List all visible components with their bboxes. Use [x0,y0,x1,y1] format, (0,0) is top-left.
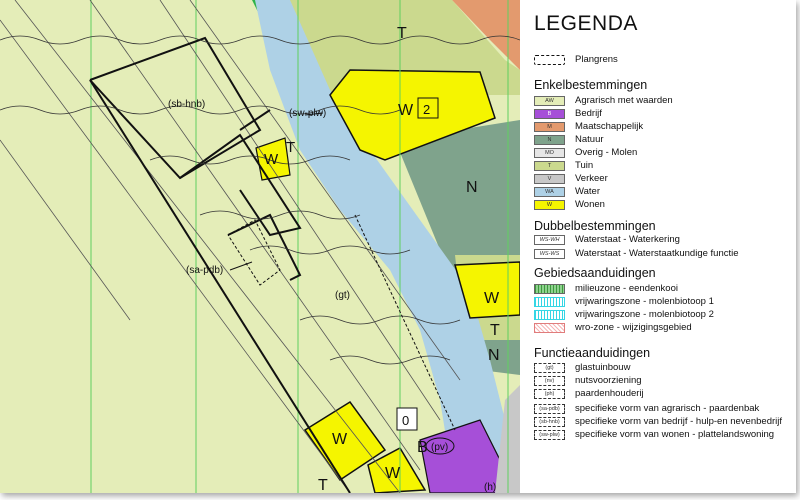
code-swatch: (sa-pdb) [534,403,565,414]
color-swatch: B [534,108,565,119]
color-swatch: AW [534,95,565,106]
label-w-bottom1: W [332,431,348,448]
legend-label: Bedrijf [575,108,602,119]
code-swatch: (sw-plw) [534,429,565,440]
label-0: 0 [402,413,409,428]
color-swatch: M [534,121,565,132]
legend-label: vrijwaringszone - molenbiotoop 1 [575,296,714,307]
color-swatch: N [534,134,565,145]
legend-label: Water [575,186,600,197]
color-swatch: WA [534,186,565,197]
code-swatch: (sb-hnb) [534,416,565,427]
legend-row: milieuzone - eendenkooi [534,283,678,294]
pattern-swatch [534,309,565,320]
legend-row: (sb-hnb) specifieke vorm van bedrijf - hu… [534,416,782,427]
legend-row: B Bedrijf [534,108,602,119]
label-n-right: N [488,347,500,364]
legend-row: (sw-plw) specifieke vorm van wonen - plat… [534,429,774,440]
legend-row: vrijwaringszone - molenbiotoop 1 [534,296,714,307]
label-w-small: W [264,151,279,168]
legend-label: specifieke vorm van wonen - plattelandsw… [575,429,775,440]
legend-row: WA Water [534,186,600,197]
legend-label: Plangrens [575,54,618,65]
label-n-big: N [466,179,478,196]
label-sb-hnb: (sb-hnb) [168,99,205,110]
code-swatch: (nv) [534,375,565,386]
pattern-swatch: WS-WS [534,248,565,259]
legend-label: Tuin [575,160,594,171]
label-gt: (gt) [335,290,350,301]
plangrens-swatch [534,54,565,65]
section-title: Dubbelbestemmingen [534,219,656,233]
legend-row-plangrens: Plangrens [534,54,618,65]
zoning-map[interactable]: W 2 W T T N W T N (sb-hnb) (sw-plw) (sa-… [0,0,520,493]
legend-row: vrijwaringszone - molenbiotoop 2 [534,309,714,320]
section-title: Functieaanduidingen [534,346,651,360]
label-b-pv: B [417,439,428,456]
legend-row: WS-WH Waterstaat - Waterkering [534,234,680,245]
legend-row: W Wonen [534,199,605,210]
legend-row: (ph) paardenhouderij [534,388,644,399]
pattern-swatch [534,322,565,333]
legend-row: (nv) nutsvoorziening [534,375,642,386]
legend-label: wro-zone - wijzigingsgebied [575,322,692,333]
legend-label: Waterstaat - Waterstaatkundige functie [575,248,739,259]
color-swatch: T [534,160,565,171]
legend-row: wro-zone - wijzigingsgebied [534,322,692,333]
legend-row: N Natuur [534,134,604,145]
pattern-swatch [534,283,565,294]
legend-panel: LEGENDA Plangrens Enkelbestemmingen AW Ag… [522,0,796,493]
legend-row: (gt) glastuinbouw [534,362,630,373]
color-swatch: MO [534,147,565,158]
legend-label: paardenhouderij [575,388,644,399]
label-w-parcel-1: W [398,102,414,119]
label-pv: (pv) [431,442,448,453]
legend-row: T Tuin [534,160,593,171]
legend-label: Wonen [575,199,605,210]
pattern-swatch: WS-WH [534,234,565,245]
label-t-small: T [286,139,295,156]
label-sa-pdb: (sa-pdb) [186,265,223,276]
legend-label: Maatschappelijk [575,121,644,132]
label-w-right: W [484,290,500,307]
label-t-bottom: T [318,477,328,493]
label-2: 2 [423,102,430,117]
section-title: Gebiedsaanduidingen [534,266,656,280]
map-window: W 2 W T T N W T N (sb-hnb) (sw-plw) (sa-… [0,0,796,493]
legend-row: WS-WS Waterstaat - Waterstaatkundige func… [534,248,739,259]
legend-label: Agrarisch met waarden [575,95,673,106]
section-title: Enkelbestemmingen [534,78,648,92]
code-swatch: (gt) [534,362,565,373]
legend-label: specifieke vorm van bedrijf - hulp-en ne… [575,416,782,427]
legend-row: M Maatschappelijk [534,121,643,132]
color-swatch: V [534,173,565,184]
legend-label: vrijwaringszone - molenbiotoop 2 [575,309,714,320]
legend-title: LEGENDA [534,12,638,35]
legend-label: glastuinbouw [575,362,631,373]
pattern-swatch [534,296,565,307]
label-w-bottom2: W [385,465,401,482]
label-sw-plw: (sw-plw) [289,108,326,119]
color-swatch: W [534,199,565,210]
legend-row: (sa-pdb) specifieke vorm van agrarisch - … [534,403,759,414]
label-t-right: T [490,322,500,339]
legend-label: Natuur [575,134,604,145]
legend-label: Verkeer [575,173,608,184]
legend-label: nutsvoorziening [575,375,642,386]
legend-row: MO Overig - Molen [534,147,637,158]
legend-label: milieuzone - eendenkooi [575,283,678,294]
legend-row: V Verkeer [534,173,608,184]
legend-row: AW Agrarisch met waarden [534,95,673,106]
legend-label: specifieke vorm van agrarisch - paardenb… [575,403,760,414]
label-t-top: T [397,25,407,42]
legend-label: Waterstaat - Waterkering [575,234,680,245]
legend-label: Overig - Molen [575,147,638,158]
code-swatch: (ph) [534,388,565,399]
label-h: (h) [484,482,496,493]
